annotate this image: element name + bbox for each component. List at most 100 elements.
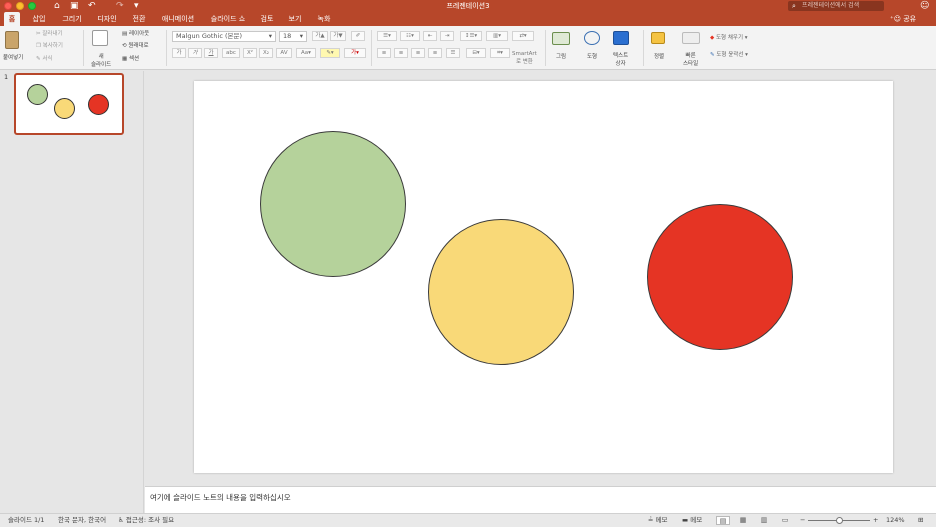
subscript-button[interactable]: X₂ bbox=[259, 48, 273, 58]
language-status[interactable]: 한국 문자, 한국어 bbox=[58, 514, 106, 527]
red-circle[interactable] bbox=[647, 204, 793, 350]
customize-qat-icon[interactable]: ▾ bbox=[134, 0, 139, 12]
superscript-button[interactable]: X² bbox=[243, 48, 257, 58]
align-text-button[interactable]: ⊟▾ bbox=[466, 48, 486, 58]
notes-placeholder: 여기에 슬라이드 노트의 내용을 입력하십시오 bbox=[150, 493, 291, 502]
shape-outline-button[interactable]: ✎ 도형 윤곽선 ▾ bbox=[710, 50, 748, 58]
minimize-window-button[interactable] bbox=[16, 2, 24, 10]
smartart-label[interactable]: SmartArt 로 변환 bbox=[512, 51, 537, 65]
layout-button[interactable]: ▤ 레이아웃 bbox=[122, 29, 149, 37]
grow-font-button[interactable]: 가▲ bbox=[312, 31, 328, 41]
font-size-value: 18 bbox=[283, 32, 292, 40]
normal-view-button[interactable]: ▤ bbox=[716, 516, 730, 525]
zoom-slider-thumb[interactable] bbox=[836, 517, 843, 524]
italic-button[interactable]: 가 bbox=[188, 48, 202, 58]
bold-button[interactable]: 가 bbox=[172, 48, 186, 58]
tab-transitions[interactable]: 전환 bbox=[128, 12, 150, 26]
shape-fill-button[interactable]: ◆ 도형 채우기 ▾ bbox=[710, 33, 748, 41]
tab-view[interactable]: 보기 bbox=[284, 12, 306, 26]
font-color-button[interactable]: 가▾ bbox=[344, 48, 366, 58]
align-right-button[interactable]: ≡ bbox=[411, 48, 425, 58]
highlight-button[interactable]: ✎▾ bbox=[320, 48, 340, 58]
quick-styles-icon[interactable] bbox=[682, 32, 700, 44]
redo-icon[interactable]: ↷ bbox=[116, 0, 124, 12]
search-input[interactable]: ⌕ 프레젠테이션에서 검색 bbox=[788, 1, 884, 11]
slide-sorter-button[interactable]: ▦ bbox=[736, 516, 750, 525]
slide-canvas[interactable] bbox=[194, 81, 893, 473]
picture-label[interactable]: 그림 bbox=[556, 52, 566, 60]
accessibility-status[interactable]: ♿ 접근성: 조사 필요 bbox=[118, 514, 174, 527]
picture-icon[interactable] bbox=[552, 32, 570, 45]
shrink-font-button[interactable]: 가▼ bbox=[330, 31, 346, 41]
copy-button[interactable]: ❐ 복사하기 bbox=[36, 41, 63, 49]
arrange-label[interactable]: 정렬 bbox=[654, 52, 664, 60]
columns-button[interactable]: ▥▾ bbox=[486, 31, 508, 41]
arrange-icon[interactable] bbox=[651, 32, 665, 44]
tab-review[interactable]: 검토 bbox=[257, 12, 277, 26]
shapes-label[interactable]: 도형 bbox=[587, 52, 597, 60]
char-spacing-button[interactable]: AV bbox=[276, 48, 292, 58]
tab-animations[interactable]: 애니메이션 bbox=[158, 12, 198, 26]
tab-draw[interactable]: 그리기 bbox=[58, 12, 86, 26]
notes-input[interactable]: 여기에 슬라이드 노트의 내용을 입력하십시오 bbox=[145, 486, 936, 513]
font-size-select[interactable]: 18 ▾ bbox=[279, 31, 307, 42]
save-icon[interactable]: ▣ bbox=[70, 0, 79, 12]
decrease-indent-button[interactable]: ⇤ bbox=[423, 31, 437, 41]
status-bar: 슬라이드 1/1 한국 문자, 한국어 ♿ 접근성: 조사 필요 ≟ 메모 ▬ … bbox=[0, 513, 936, 527]
slide-thumbnail[interactable] bbox=[14, 73, 124, 135]
search-icon: ⌕ bbox=[792, 2, 796, 10]
change-case-button[interactable]: Aa▾ bbox=[296, 48, 316, 58]
align-center-button[interactable]: ≡ bbox=[394, 48, 408, 58]
fit-to-window-icon[interactable]: ⊞ bbox=[918, 514, 923, 527]
close-window-button[interactable] bbox=[4, 2, 12, 10]
slide-editing-area bbox=[145, 71, 936, 485]
reading-view-button[interactable]: ▥ bbox=[757, 516, 771, 525]
increase-indent-button[interactable]: ⇥ bbox=[440, 31, 454, 41]
notes-button[interactable]: ≟ 메모 bbox=[648, 514, 667, 527]
paste-label[interactable]: 붙여넣기 bbox=[3, 53, 23, 61]
font-name-select[interactable]: Malgun Gothic (본문) ▾ bbox=[172, 31, 276, 42]
slideshow-view-button[interactable]: ▭ bbox=[778, 516, 792, 525]
tab-slideshow[interactable]: 슬라이드 쇼 bbox=[206, 12, 250, 26]
numbering-button[interactable]: ☷▾ bbox=[400, 31, 420, 41]
comments-button[interactable]: ▬ 메모 bbox=[682, 514, 702, 527]
tab-record[interactable]: 녹화 bbox=[313, 12, 335, 26]
justify-button[interactable]: ≡ bbox=[428, 48, 442, 58]
align-left-button[interactable]: ≡ bbox=[377, 48, 391, 58]
green-circle[interactable] bbox=[260, 131, 406, 277]
new-slide-icon[interactable] bbox=[92, 30, 108, 46]
tab-insert[interactable]: 삽입 bbox=[28, 12, 50, 26]
quick-styles-label[interactable]: 빠른 스타일 bbox=[683, 51, 698, 67]
bullets-button[interactable]: ☰▾ bbox=[377, 31, 397, 41]
tab-design[interactable]: 디자인 bbox=[93, 12, 121, 26]
new-slide-label[interactable]: 새 슬라이드 bbox=[91, 52, 111, 68]
section-button[interactable]: ▦ 섹션 bbox=[122, 54, 139, 62]
copy-label: 복사하기 bbox=[42, 43, 63, 49]
textbox-icon[interactable] bbox=[613, 31, 629, 45]
zoom-in-button[interactable]: + bbox=[873, 514, 878, 527]
reset-button[interactable]: ⟲ 원래대로 bbox=[122, 41, 149, 49]
account-icon[interactable]: ☺ bbox=[920, 0, 929, 12]
strikethrough-button[interactable]: abc bbox=[222, 48, 240, 58]
cut-button[interactable]: ✂ 잘라내기 bbox=[36, 29, 63, 37]
yellow-circle[interactable] bbox=[428, 219, 574, 365]
convert-smartart-small-button[interactable]: ⌗▾ bbox=[490, 48, 510, 58]
paste-icon[interactable] bbox=[5, 31, 19, 49]
add-person-icon: ⁺☺ bbox=[890, 15, 904, 23]
share-button[interactable]: ⁺☺ 공유 bbox=[890, 12, 916, 26]
zoom-level[interactable]: 124% bbox=[886, 514, 905, 527]
section-icon: ▦ bbox=[122, 56, 129, 62]
maximize-window-button[interactable] bbox=[28, 2, 36, 10]
tab-home[interactable]: 홈 bbox=[4, 12, 20, 26]
text-direction-button[interactable]: ⇄▾ bbox=[512, 31, 534, 41]
clear-format-button[interactable]: ✐ bbox=[351, 31, 365, 41]
format-painter-button[interactable]: ✎ 서식 bbox=[36, 54, 52, 62]
home-icon[interactable]: ⌂ bbox=[54, 0, 60, 12]
zoom-out-button[interactable]: − bbox=[800, 514, 805, 527]
undo-icon[interactable]: ↶ bbox=[88, 0, 96, 12]
shapes-icon[interactable] bbox=[584, 31, 600, 45]
textbox-label[interactable]: 텍스트 상자 bbox=[613, 51, 628, 67]
distributed-button[interactable]: ☰ bbox=[446, 48, 460, 58]
underline-button[interactable]: 가 bbox=[204, 48, 218, 58]
line-spacing-button[interactable]: ↕☰▾ bbox=[460, 31, 482, 41]
